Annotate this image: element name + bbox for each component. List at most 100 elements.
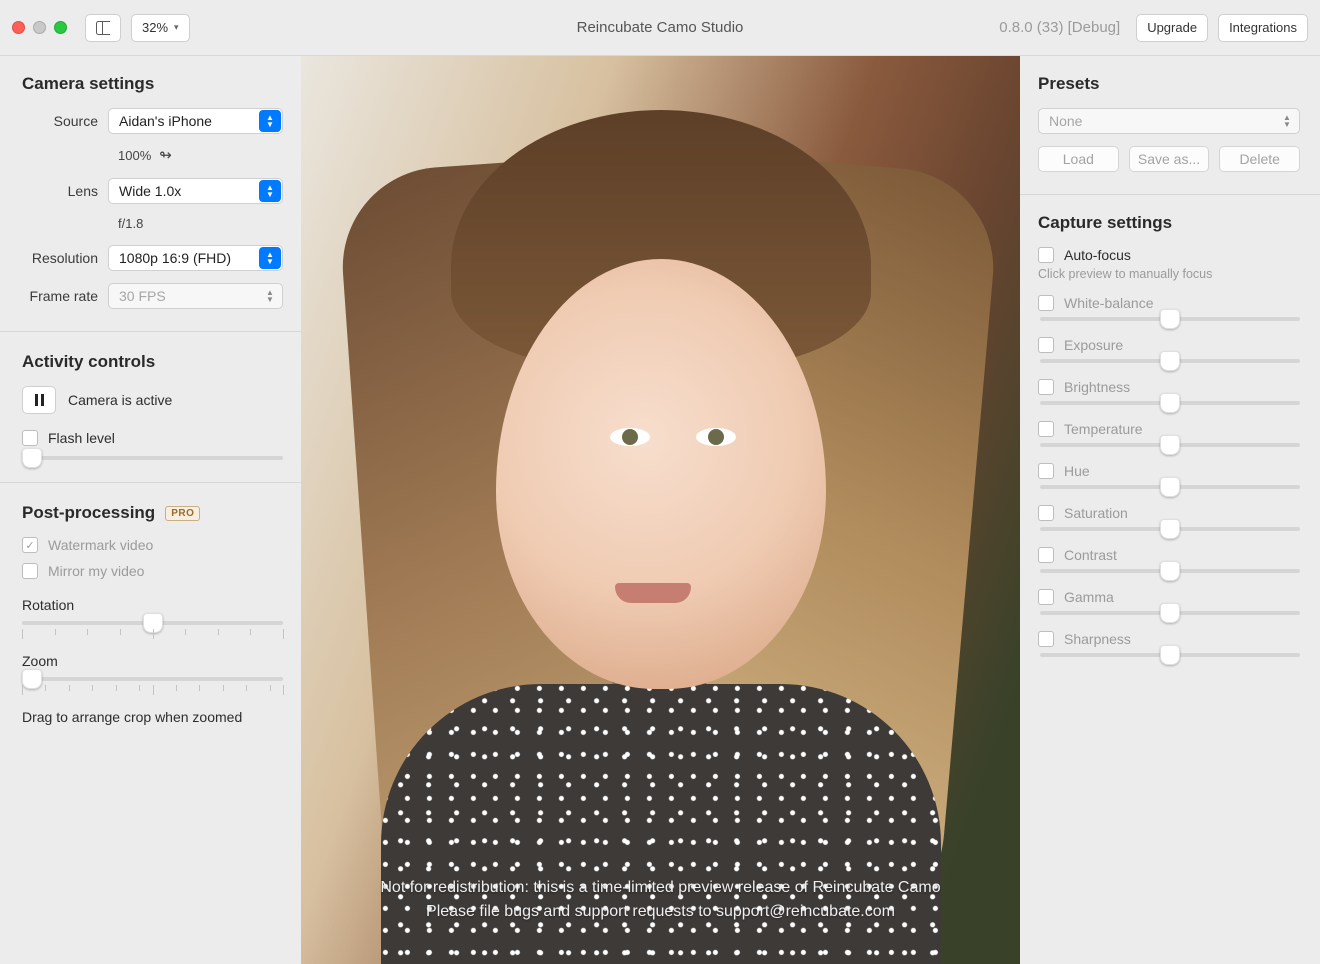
focus-hint-text: Click preview to manually focus: [1038, 267, 1300, 281]
capture-slider-label: Hue: [1064, 463, 1090, 479]
capture-slider-label: Saturation: [1064, 505, 1128, 521]
zoom-ticks: [22, 685, 283, 693]
capture-slider[interactable]: [1040, 359, 1300, 363]
autofocus-checkbox[interactable]: [1038, 247, 1054, 263]
slider-thumb[interactable]: [1160, 519, 1180, 539]
capture-slider-checkbox[interactable]: [1038, 379, 1054, 395]
zoom-label: Zoom: [22, 653, 283, 669]
camera-settings-section: Camera settings Source Aidan's iPhone ▲▼…: [22, 74, 283, 309]
select-arrows-icon: ▲▼: [259, 247, 281, 269]
source-subinfo: 100% ↬: [22, 142, 283, 178]
capture-slider-checkbox[interactable]: [1038, 295, 1054, 311]
flash-level-checkbox[interactable]: [22, 430, 38, 446]
zoom-window-button[interactable]: [54, 21, 67, 34]
capture-slider[interactable]: [1040, 317, 1300, 321]
watermark-label: Watermark video: [48, 537, 153, 553]
capture-slider[interactable]: [1040, 569, 1300, 573]
post-processing-title: Post-processing: [22, 503, 155, 523]
zoom-level-value: 32%: [142, 20, 168, 35]
slider-thumb[interactable]: [1160, 435, 1180, 455]
lens-select[interactable]: Wide 1.0x ▲▼: [108, 178, 283, 204]
capture-settings-title: Capture settings: [1038, 213, 1300, 233]
capture-slider-checkbox[interactable]: [1038, 589, 1054, 605]
capture-slider[interactable]: [1040, 485, 1300, 489]
titlebar: 32% ▾ Reincubate Camo Studio 0.8.0 (33) …: [0, 0, 1320, 56]
capture-slider[interactable]: [1040, 401, 1300, 405]
capture-slider[interactable]: [1040, 611, 1300, 615]
resolution-label: Resolution: [22, 250, 108, 266]
delete-preset-button[interactable]: Delete: [1219, 146, 1300, 172]
video-preview[interactable]: Not for redistribution: this is a time-l…: [301, 56, 1020, 964]
left-panel: Camera settings Source Aidan's iPhone ▲▼…: [0, 56, 301, 964]
slider-thumb[interactable]: [1160, 351, 1180, 371]
capture-slider[interactable]: [1040, 527, 1300, 531]
integrations-button[interactable]: Integrations: [1218, 14, 1308, 42]
slider-thumb[interactable]: [1160, 393, 1180, 413]
zoom-slider[interactable]: [22, 677, 283, 681]
capture-slider-checkbox[interactable]: [1038, 463, 1054, 479]
capture-slider-checkbox[interactable]: [1038, 547, 1054, 563]
slider-thumb[interactable]: [1160, 645, 1180, 665]
presets-title: Presets: [1038, 74, 1300, 94]
select-arrows-icon: ▲▼: [1276, 110, 1298, 132]
camera-settings-title: Camera settings: [22, 74, 283, 94]
source-select[interactable]: Aidan's iPhone ▲▼: [108, 108, 283, 134]
divider: [0, 331, 301, 332]
pause-camera-button[interactable]: [22, 386, 56, 414]
rotation-ticks: [22, 629, 283, 637]
slider-thumb[interactable]: [1160, 603, 1180, 623]
resolution-select[interactable]: 1080p 16:9 (FHD) ▲▼: [108, 245, 283, 271]
capture-slider-checkbox[interactable]: [1038, 337, 1054, 353]
rotation-slider[interactable]: [22, 621, 283, 625]
select-arrows-icon: ▲▼: [259, 110, 281, 132]
preset-select[interactable]: None ▲▼: [1038, 108, 1300, 134]
load-preset-button[interactable]: Load: [1038, 146, 1119, 172]
version-text: 0.8.0 (33) [Debug]: [999, 19, 1120, 36]
right-panel: Presets None ▲▼ Load Save as... Delete C…: [1020, 56, 1320, 964]
watermark-checkbox[interactable]: ✓: [22, 537, 38, 553]
lens-subinfo: f/1.8: [22, 212, 283, 245]
mirror-checkbox[interactable]: [22, 563, 38, 579]
capture-slider-checkbox[interactable]: [1038, 421, 1054, 437]
close-window-button[interactable]: [12, 21, 25, 34]
saveas-preset-button[interactable]: Save as...: [1129, 146, 1210, 172]
capture-slider-label: Gamma: [1064, 589, 1114, 605]
capture-slider-label: Brightness: [1064, 379, 1130, 395]
flash-level-slider[interactable]: [22, 456, 283, 460]
pause-icon: [35, 394, 44, 406]
zoom-hint-text: Drag to arrange crop when zoomed: [22, 709, 283, 725]
capture-slider[interactable]: [1040, 443, 1300, 447]
pro-badge: PRO: [165, 506, 200, 521]
window-controls: [12, 21, 67, 34]
activity-controls-title: Activity controls: [22, 352, 283, 372]
autofocus-label: Auto-focus: [1064, 247, 1131, 263]
divider: [1020, 194, 1320, 195]
chevron-down-icon: ▾: [174, 22, 179, 33]
divider: [0, 482, 301, 483]
toggle-sidebar-button[interactable]: [85, 14, 121, 42]
minimize-window-button[interactable]: [33, 21, 46, 34]
slider-thumb[interactable]: [22, 448, 42, 468]
capture-slider[interactable]: [1040, 653, 1300, 657]
flash-level-label: Flash level: [48, 430, 115, 446]
capture-slider-label: White-balance: [1064, 295, 1154, 311]
presets-section: Presets None ▲▼ Load Save as... Delete: [1038, 74, 1300, 172]
slider-thumb[interactable]: [1160, 561, 1180, 581]
camera-status-text: Camera is active: [68, 392, 172, 408]
window-title: Reincubate Camo Studio: [577, 19, 744, 36]
capture-slider-label: Temperature: [1064, 421, 1143, 437]
lens-label: Lens: [22, 183, 108, 199]
capture-slider-label: Exposure: [1064, 337, 1123, 353]
post-processing-section: Post-processing PRO ✓ Watermark video Mi…: [22, 503, 283, 725]
slider-thumb[interactable]: [1160, 477, 1180, 497]
mirror-label: Mirror my video: [48, 563, 144, 579]
framerate-label: Frame rate: [22, 288, 108, 304]
upgrade-button[interactable]: Upgrade: [1136, 14, 1208, 42]
activity-controls-section: Activity controls Camera is active Flash…: [22, 352, 283, 460]
usb-icon: ↬: [159, 146, 172, 164]
zoom-level-select[interactable]: 32% ▾: [131, 14, 190, 42]
framerate-select[interactable]: 30 FPS ▲▼: [108, 283, 283, 309]
slider-thumb[interactable]: [1160, 309, 1180, 329]
capture-slider-checkbox[interactable]: [1038, 631, 1054, 647]
capture-slider-checkbox[interactable]: [1038, 505, 1054, 521]
